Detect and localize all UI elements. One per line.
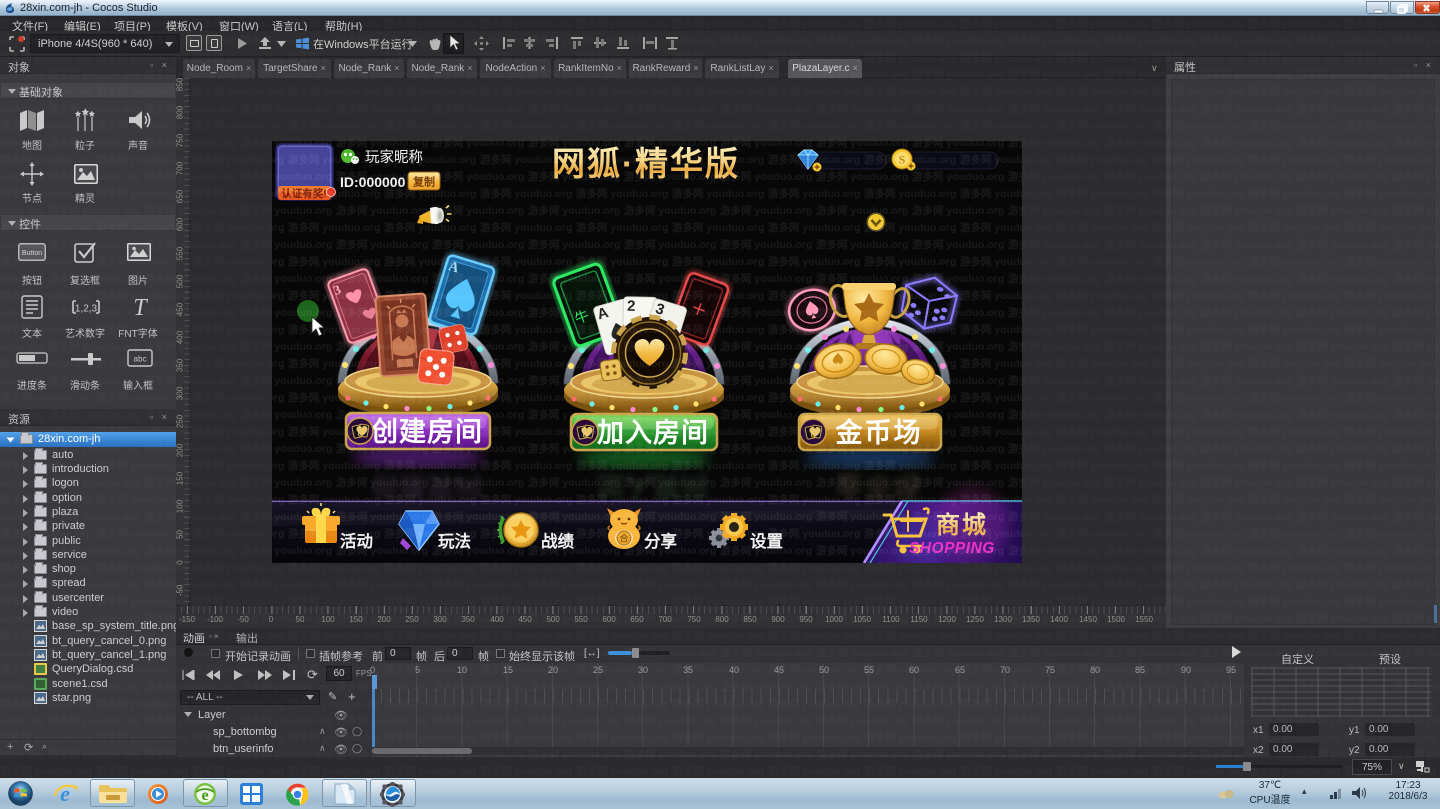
svg-text:Button: Button — [22, 250, 42, 257]
svg-text:加入房间: 加入房间 — [597, 418, 709, 448]
svg-text:2: 2 — [627, 298, 636, 315]
svg-text:分享: 分享 — [644, 531, 677, 551]
svg-text:ID:000000: ID:000000 — [340, 174, 406, 190]
svg-text:商城: 商城 — [936, 511, 988, 539]
svg-text:创建房间: 创建房间 — [370, 417, 483, 447]
svg-text:创建房间: 创建房间 — [370, 471, 483, 501]
svg-text:abc: abc — [134, 355, 147, 364]
svg-text:活动: 活动 — [340, 531, 373, 551]
svg-text:T: T — [133, 295, 148, 319]
svg-text:SHOPPING: SHOPPING — [909, 540, 995, 557]
svg-text:复制: 复制 — [412, 175, 435, 189]
svg-text:金币场: 金币场 — [835, 417, 923, 448]
svg-text:玩法: 玩法 — [438, 531, 471, 551]
svg-text:设置: 设置 — [750, 532, 783, 551]
svg-text:合: 合 — [619, 533, 628, 544]
svg-text:认证有奖!: 认证有奖! — [281, 187, 327, 200]
svg-text:金币场: 金币场 — [835, 470, 923, 501]
svg-text:战绩: 战绩 — [541, 531, 575, 551]
svg-text:网狐·精华版: 网狐·精华版 — [552, 145, 740, 182]
svg-text:S: S — [899, 153, 906, 167]
svg-text:加入房间: 加入房间 — [597, 470, 709, 500]
svg-text:玩家昵称: 玩家昵称 — [365, 149, 423, 166]
svg-text:1,2,3: 1,2,3 — [75, 304, 98, 315]
